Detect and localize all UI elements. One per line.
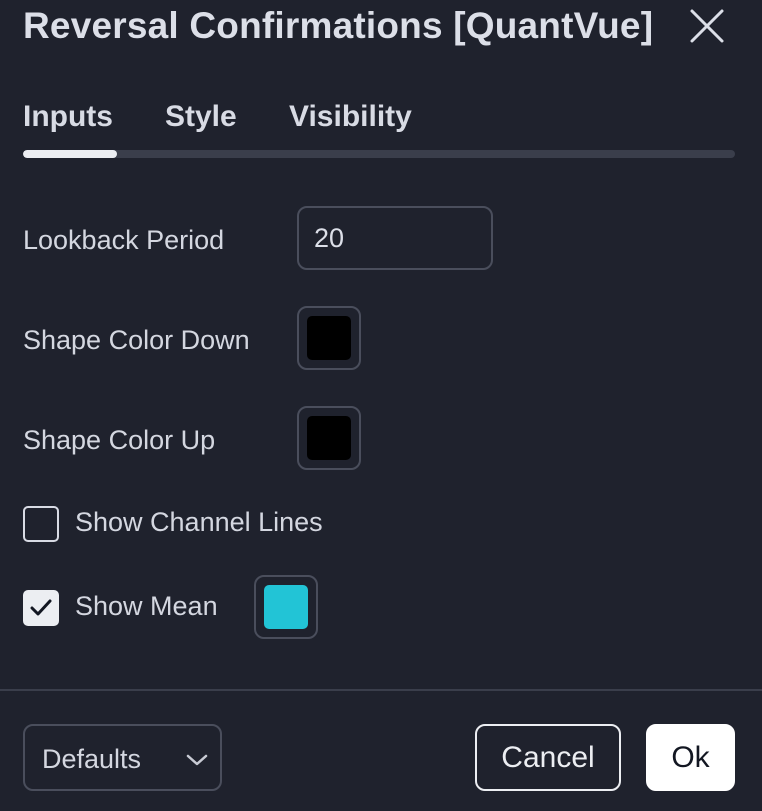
show-mean-color-fill xyxy=(264,585,308,629)
lookback-period-input[interactable] xyxy=(297,206,493,270)
active-tab-indicator xyxy=(23,150,117,158)
defaults-dropdown[interactable]: Defaults xyxy=(23,724,222,791)
shape-color-up-label: Shape Color Up xyxy=(23,425,216,455)
shape-color-down-fill xyxy=(307,316,351,360)
dialog-title: Reversal Confirmations [QuantVue] xyxy=(23,5,654,46)
shape-color-up-fill xyxy=(307,416,351,460)
show-channel-lines-checkbox[interactable] xyxy=(23,506,59,542)
cancel-button[interactable]: Cancel xyxy=(475,724,621,791)
tab-track xyxy=(23,150,735,158)
tab-visibility[interactable]: Visibility xyxy=(289,100,412,134)
lookback-period-label: Lookback Period xyxy=(23,225,225,255)
check-icon xyxy=(30,599,52,616)
chevron-down-icon xyxy=(186,754,208,766)
shape-color-down-label: Shape Color Down xyxy=(23,325,250,355)
indicator-settings-dialog: Reversal Confirmations [QuantVue] Inputs… xyxy=(0,0,762,811)
shape-color-down-swatch[interactable] xyxy=(297,306,361,370)
close-icon[interactable] xyxy=(688,7,726,45)
show-mean-checkbox[interactable] xyxy=(23,590,59,626)
show-mean-color-swatch[interactable] xyxy=(254,575,318,639)
footer-divider xyxy=(0,689,762,691)
tab-inputs[interactable]: Inputs xyxy=(23,100,113,134)
show-channel-lines-label: Show Channel Lines xyxy=(75,507,323,537)
ok-button[interactable]: Ok xyxy=(646,724,735,791)
show-mean-label: Show Mean xyxy=(75,591,218,621)
shape-color-up-swatch[interactable] xyxy=(297,406,361,470)
defaults-label: Defaults xyxy=(42,744,142,774)
tab-style[interactable]: Style xyxy=(165,100,237,134)
